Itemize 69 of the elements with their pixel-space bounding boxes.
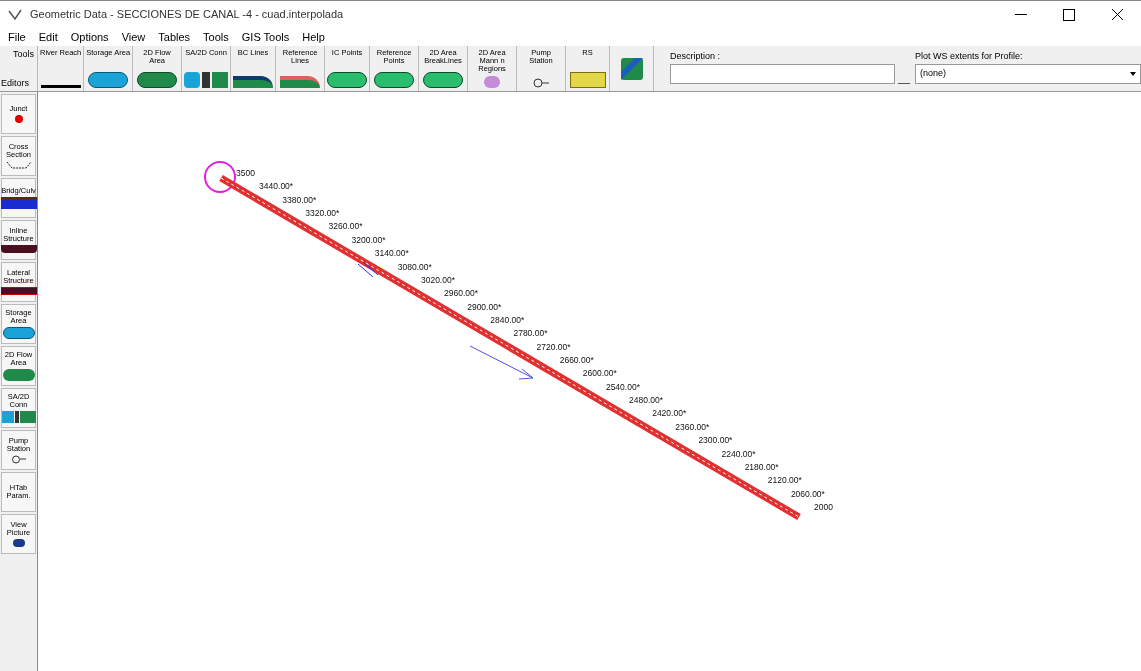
close-icon bbox=[1111, 9, 1123, 20]
editors-label: Editors bbox=[1, 76, 29, 90]
cross-section-label: 2360.00* bbox=[675, 421, 710, 432]
pump-icon bbox=[10, 454, 27, 464]
cross-section-label: 3140.00* bbox=[374, 248, 409, 259]
cross-section-label: 3200.00* bbox=[351, 234, 386, 245]
points-area-icon bbox=[374, 72, 415, 88]
storage-area-icon bbox=[2, 327, 35, 339]
connection-icon bbox=[184, 72, 229, 88]
cross-section-label: 2000 bbox=[814, 502, 833, 512]
tag-icon bbox=[569, 72, 606, 88]
bridge-icon bbox=[0, 197, 37, 209]
cross-section-label: 3080.00* bbox=[397, 261, 432, 272]
lateral-structure-icon bbox=[0, 287, 37, 295]
dropdown-caret-icon bbox=[1130, 71, 1136, 76]
camera-icon bbox=[12, 539, 25, 547]
points-area-icon bbox=[327, 72, 368, 88]
cross-section-label: 3320.00* bbox=[305, 208, 340, 219]
points-area-icon bbox=[423, 72, 464, 88]
menu-item[interactable]: Tools bbox=[203, 28, 229, 46]
minimize-icon bbox=[1015, 14, 1027, 15]
cross-section-label: 2780.00* bbox=[513, 328, 548, 339]
menu-item[interactable]: GIS Tools bbox=[241, 28, 290, 46]
cross-section-label: 2720.00* bbox=[536, 341, 571, 352]
flow-area-icon bbox=[2, 369, 35, 381]
cross-section-label: 2180.00* bbox=[744, 461, 779, 472]
inline-structure-icon bbox=[0, 245, 37, 253]
window-title: Geometric Data - SECCIONES DE CANAL -4 - cuad.interpolada bbox=[30, 7, 344, 23]
menu-item[interactable]: Options bbox=[70, 28, 109, 46]
menu-item[interactable]: File bbox=[8, 28, 26, 46]
cross-section-label: 2060.00* bbox=[790, 488, 825, 499]
description-label: Description : bbox=[670, 50, 722, 63]
cross-section-label: 3500 bbox=[236, 168, 255, 178]
storage-area-icon bbox=[88, 72, 129, 88]
flow-area-icon bbox=[137, 72, 178, 88]
app-icon bbox=[8, 8, 22, 21]
connection-icon bbox=[1, 411, 36, 423]
cross-section-label: 2840.00* bbox=[490, 314, 525, 325]
menu-item[interactable]: Edit bbox=[38, 28, 58, 46]
cross-section-label: 3380.00* bbox=[282, 194, 317, 205]
description-field[interactable] bbox=[670, 63, 896, 84]
cross-section-label: 2600.00* bbox=[582, 368, 617, 379]
cross-section-label: 2960.00* bbox=[444, 288, 479, 299]
map-icon bbox=[620, 57, 643, 80]
cross-section-label: 2900.00* bbox=[467, 301, 502, 312]
cross-section-label: 2540.00* bbox=[605, 381, 640, 392]
cross-section-icon bbox=[5, 161, 32, 169]
cross-section-label: 2300.00* bbox=[698, 435, 733, 446]
menu-item[interactable]: Tables bbox=[158, 28, 191, 46]
cross-section-label: 2660.00* bbox=[559, 355, 594, 366]
tools-label: Tools bbox=[13, 48, 34, 61]
cross-section-label: 2480.00* bbox=[629, 395, 664, 406]
menu-item[interactable]: View bbox=[121, 28, 146, 46]
cross-section-label: 2120.00* bbox=[767, 475, 802, 486]
cross-section-label: 3020.00* bbox=[420, 274, 455, 285]
selection-circle bbox=[204, 161, 236, 193]
plot-ws-label: Plot WS extents for Profile: bbox=[915, 50, 1024, 63]
menu-item[interactable]: Help bbox=[302, 28, 325, 46]
pump-icon bbox=[532, 78, 551, 88]
profile-dropdown[interactable]: (none) bbox=[915, 63, 1141, 84]
cross-section-label: 3440.00* bbox=[259, 181, 294, 192]
flow-arrow bbox=[469, 345, 534, 380]
cross-section-label: 2240.00* bbox=[721, 448, 756, 459]
cross-section-label: 3260.00* bbox=[328, 221, 363, 232]
junction-marks bbox=[357, 261, 379, 278]
river-line-icon bbox=[40, 85, 81, 88]
region-icon bbox=[484, 76, 501, 88]
cross-section-label: 2420.00* bbox=[652, 408, 687, 419]
maximize-icon bbox=[1063, 8, 1075, 21]
